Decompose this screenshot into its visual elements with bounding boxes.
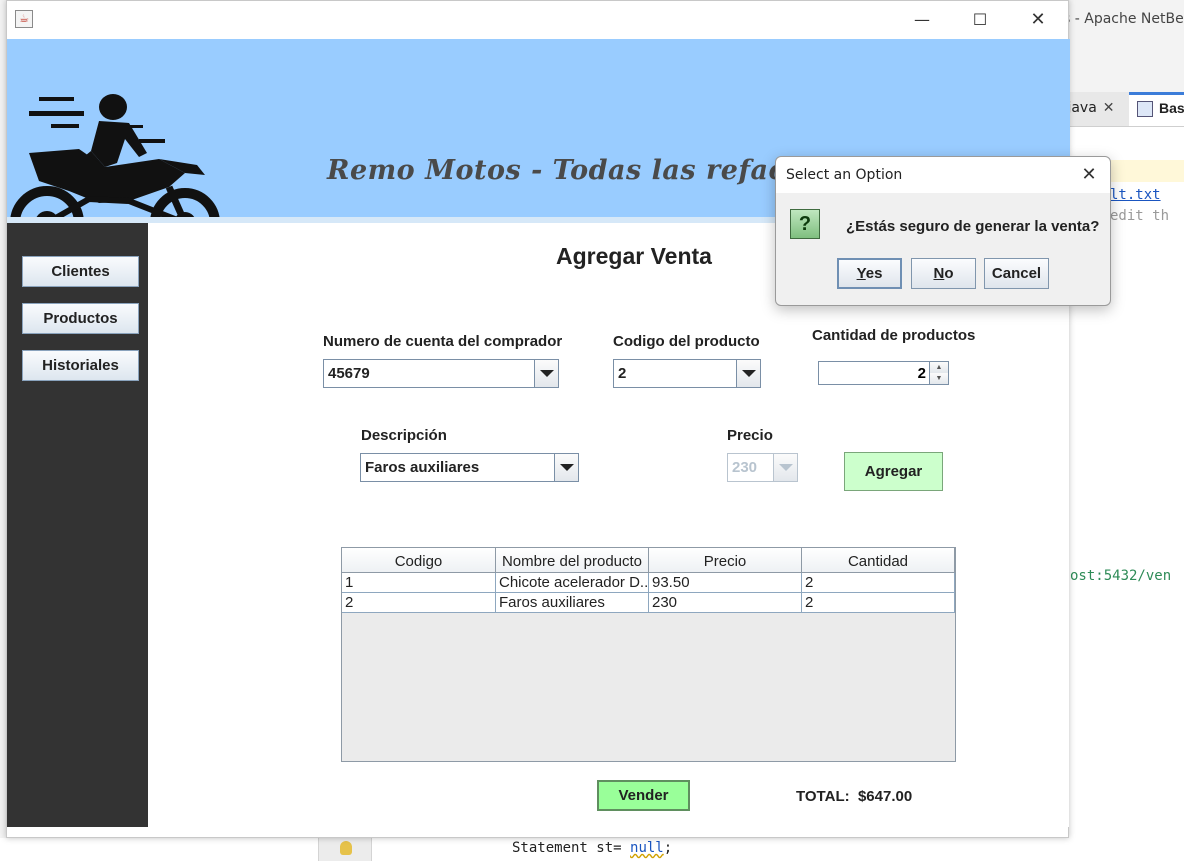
cantidad-spinner[interactable]: 2 ▲ ▼ <box>818 361 949 385</box>
chevron-down-icon <box>773 454 797 481</box>
no-button[interactable]: No <box>911 258 976 289</box>
products-table[interactable]: Codigo Nombre del producto Precio Cantid… <box>341 547 956 762</box>
maximize-button[interactable]: ☐ <box>957 5 1003 35</box>
sidebar-item-historiales[interactable]: Historiales <box>22 350 139 381</box>
sidebar-item-productos[interactable]: Productos <box>22 303 139 334</box>
chevron-down-icon[interactable] <box>736 360 760 387</box>
minimize-button[interactable]: — <box>899 5 945 35</box>
code-comment: edit th <box>1110 208 1170 224</box>
descripcion-select[interactable]: Faros auxiliares <box>360 453 579 482</box>
ide-title: s - Apache NetBea <box>1063 11 1184 27</box>
dialog-message: ¿Estás seguro de generar la venta? <box>846 218 1100 235</box>
precio-label: Precio <box>727 427 773 444</box>
cuenta-label: Numero de cuenta del comprador <box>323 333 563 350</box>
ide-tab-java[interactable]: .java ✕ <box>1063 100 1115 116</box>
main-content: Agregar Venta Numero de cuenta del compr… <box>148 223 1069 827</box>
sidebar: Clientes Productos Historiales <box>7 223 148 827</box>
table-row[interactable]: 1 Chicote acelerador D... 93.50 2 <box>342 573 955 593</box>
ide-tab-active[interactable]: Bas <box>1129 92 1184 126</box>
cuenta-select[interactable]: 45679 <box>323 359 559 388</box>
cell-nombre[interactable]: Faros auxiliares <box>496 593 649 613</box>
cell-codigo[interactable]: 2 <box>342 593 496 613</box>
total-display: TOTAL: $647.00 <box>796 788 912 805</box>
cell-codigo[interactable]: 1 <box>342 573 496 593</box>
sidebar-item-clientes[interactable]: Clientes <box>22 256 139 287</box>
confirm-dialog: Select an Option ✕ ? ¿Estás seguro de ge… <box>775 156 1111 306</box>
question-icon: ? <box>790 209 820 239</box>
tab-close-icon[interactable]: ✕ <box>1103 100 1115 116</box>
spinner-buttons: ▲ ▼ <box>929 362 948 384</box>
dialog-close-icon[interactable]: ✕ <box>1074 161 1104 189</box>
cell-cantidad[interactable]: 2 <box>802 593 955 613</box>
cuenta-value: 45679 <box>328 365 370 382</box>
column-header-nombre[interactable]: Nombre del producto <box>496 548 649 573</box>
codigo-select[interactable]: 2 <box>613 359 761 388</box>
cell-cantidad[interactable]: 2 <box>802 573 955 593</box>
codigo-value: 2 <box>618 365 627 382</box>
codigo-label: Codigo del producto <box>613 333 760 350</box>
code-string: ost:5432/ven <box>1070 568 1172 584</box>
total-label: TOTAL: <box>796 788 850 805</box>
lightbulb-hint-icon[interactable] <box>340 841 352 855</box>
column-header-precio[interactable]: Precio <box>649 548 802 573</box>
app-window: ☕ — ☐ ✕ Remo Motos - Todas las refaccion… <box>6 0 1098 838</box>
code-statement: Statement st= null; <box>512 840 673 856</box>
chevron-down-icon[interactable] <box>554 454 578 481</box>
dialog-title: Select an Option <box>786 167 903 183</box>
file-icon <box>1137 101 1153 117</box>
precio-value: 230 <box>732 459 758 476</box>
code-link[interactable]: lt.txt <box>1110 187 1161 203</box>
java-icon: ☕ <box>15 10 33 28</box>
descripcion-label: Descripción <box>361 427 447 444</box>
ide-tab-label: Bas <box>1159 100 1184 116</box>
cell-precio[interactable]: 93.50 <box>649 573 802 593</box>
column-header-codigo[interactable]: Codigo <box>342 548 496 573</box>
spinner-down-icon[interactable]: ▼ <box>930 373 948 384</box>
descripcion-value: Faros auxiliares <box>365 459 480 476</box>
cantidad-label: Cantidad de productos <box>812 327 976 344</box>
table-row[interactable]: 2 Faros auxiliares 230 2 <box>342 593 955 613</box>
window-titlebar: ☕ — ☐ ✕ <box>7 1 1068 39</box>
dialog-titlebar: Select an Option ✕ <box>776 157 1110 193</box>
vender-button[interactable]: Vender <box>597 780 690 811</box>
yes-button[interactable]: Yes <box>837 258 902 289</box>
total-value: $647.00 <box>857 788 913 805</box>
cancel-button[interactable]: Cancel <box>984 258 1049 289</box>
cell-nombre[interactable]: Chicote acelerador D... <box>496 573 649 593</box>
chevron-down-icon[interactable] <box>534 360 558 387</box>
column-header-cantidad[interactable]: Cantidad <box>802 548 955 573</box>
cell-precio[interactable]: 230 <box>649 593 802 613</box>
cantidad-value: 2 <box>917 365 926 382</box>
table-header: Codigo Nombre del producto Precio Cantid… <box>342 548 955 573</box>
agregar-button[interactable]: Agregar <box>844 452 943 491</box>
ide-tab-bar: .java ✕ Bas <box>1063 92 1184 127</box>
page-title: Agregar Venta <box>556 243 712 269</box>
precio-select: 230 <box>727 453 798 482</box>
close-button[interactable]: ✕ <box>1015 5 1061 35</box>
